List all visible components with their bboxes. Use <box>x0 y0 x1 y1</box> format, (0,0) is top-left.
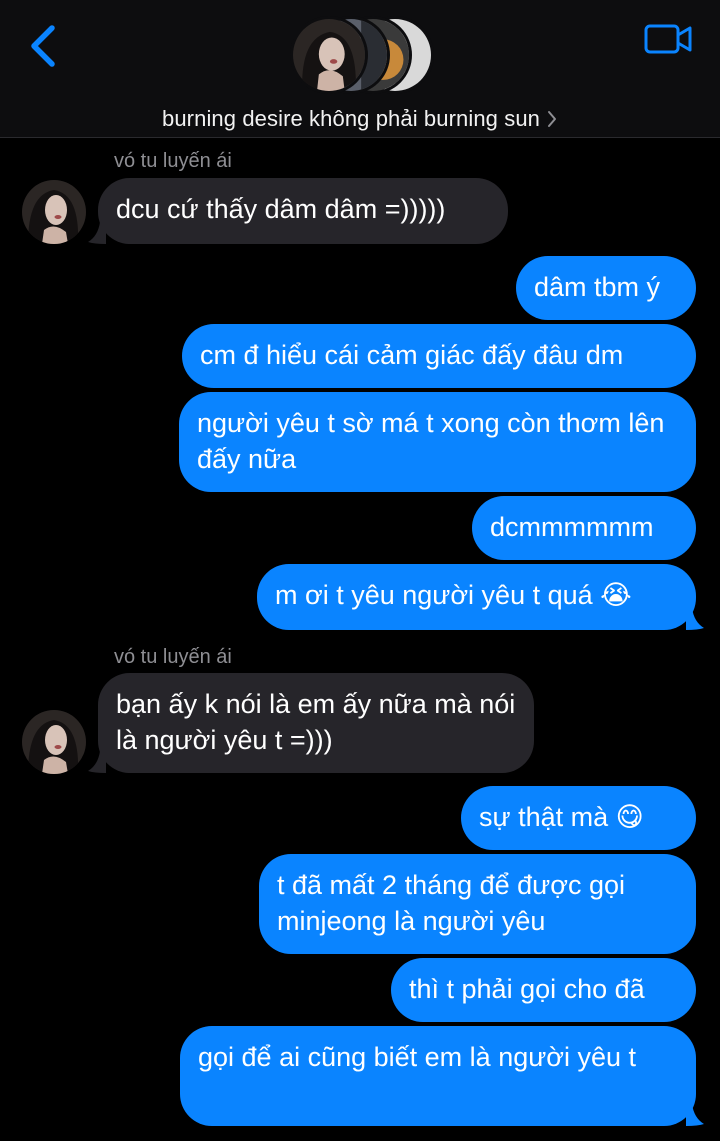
chevron-left-icon <box>31 25 55 67</box>
outgoing-message-bubble[interactable]: cm đ hiểu cái cảm giác đấy đâu dm <box>182 324 696 388</box>
group-avatar-stack[interactable] <box>290 16 435 98</box>
chevron-right-icon <box>547 111 556 127</box>
chat-title-button[interactable]: burning desire không phải burning sun <box>0 104 720 134</box>
back-button[interactable] <box>24 22 64 70</box>
chat-header: burning desire không phải burning sun <box>0 0 720 138</box>
outgoing-message-bubble[interactable]: thì t phải gọi cho đã <box>391 958 696 1022</box>
video-call-button[interactable] <box>640 20 696 60</box>
avatar <box>22 180 86 244</box>
outgoing-message-bubble[interactable]: sự thật mà 😋 <box>461 786 696 850</box>
outgoing-message-bubble[interactable]: t đã mất 2 tháng để được gọi minjeong là… <box>259 854 696 954</box>
outgoing-message-bubble[interactable]: dcmmmmmm <box>472 496 696 560</box>
incoming-message-bubble[interactable]: dcu cứ thấy dâm dâm =))))) <box>98 178 508 244</box>
bubble-tail <box>88 222 106 244</box>
incoming-message-bubble[interactable]: bạn ấy k nói là em ấy nữa mà nói là ngườ… <box>98 673 534 773</box>
outgoing-message-bubble[interactable]: gọi để ai cũng biết em là người yêu t <box>180 1026 696 1126</box>
chat-title: burning desire không phải burning sun <box>162 106 540 131</box>
sender-name: vó tu luyến ái <box>114 150 232 172</box>
outgoing-message-bubble[interactable]: m ơi t yêu người yêu t quá 😭 <box>257 564 696 630</box>
group-avatar <box>290 16 368 94</box>
outgoing-message-bubble[interactable]: người yêu t sờ má t xong còn thơm lên đấ… <box>179 392 696 492</box>
outgoing-message-bubble[interactable]: dâm tbm ý <box>516 256 696 320</box>
sender-name: vó tu luyến ái <box>114 646 232 668</box>
video-camera-icon <box>644 24 692 54</box>
avatar <box>22 710 86 774</box>
bubble-tail <box>88 751 106 773</box>
bubble-tail <box>686 1104 704 1126</box>
bubble-tail <box>686 608 704 630</box>
